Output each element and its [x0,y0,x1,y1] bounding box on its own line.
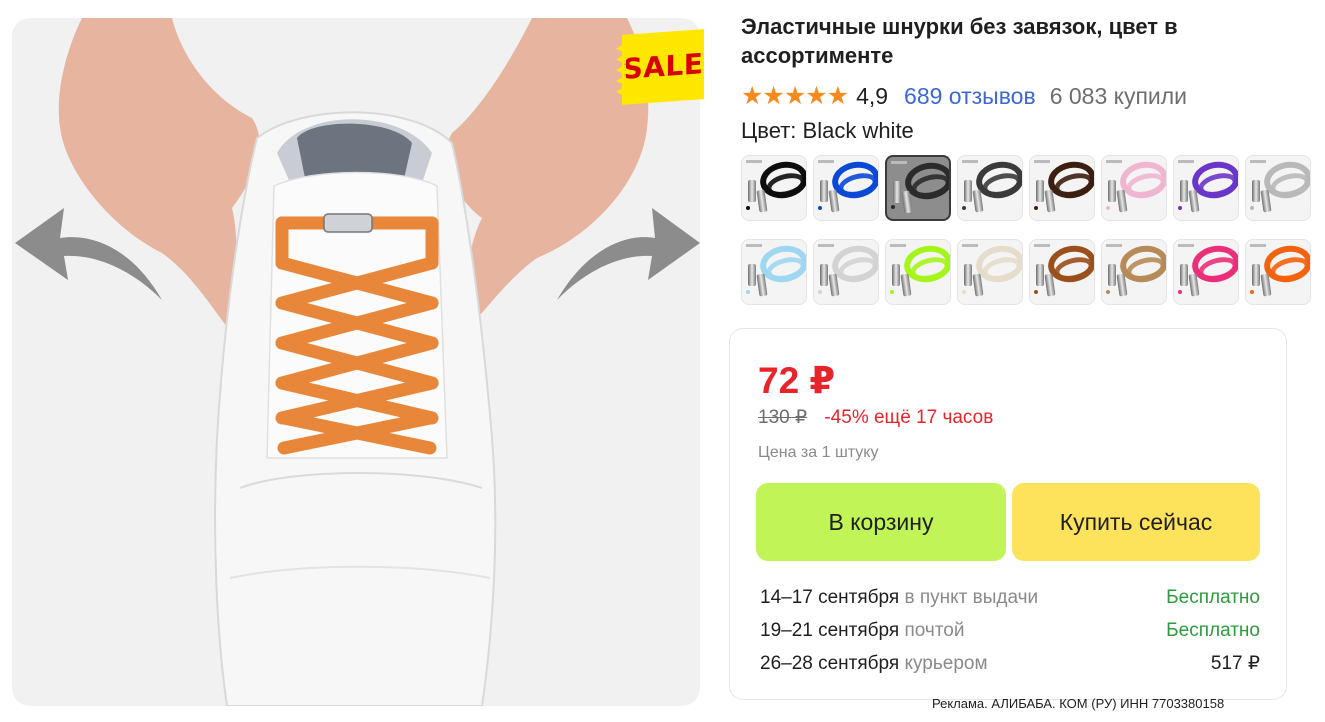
color-swatch[interactable] [1245,239,1311,305]
left-hand [58,18,260,338]
rating-value: 4,9 [856,82,889,109]
old-price: 130 ₽ [758,407,808,428]
swatch-tag [1034,160,1050,163]
delivery-dates: 14–17 сентября [760,587,900,608]
unit-price-note: Цена за 1 штуку [758,444,879,461]
rating-row: ★★★★★ 4,9 689 отзывов 6 083 купили [741,80,1187,112]
lace-lock [323,213,373,233]
color-dot [1034,290,1038,294]
lace-lock-icon [1108,264,1116,286]
delivery-price: Бесплатно [1166,587,1260,608]
lace-lock-icon [748,180,756,202]
swatch-tag [746,244,762,247]
delivery-row: 26–28 сентября курьером 517 ₽ [760,647,1260,680]
lace-lock-icon [892,264,900,286]
lace-lock-icon [1036,264,1044,286]
delivery-method: курьером [904,653,988,674]
delivery-method: в пункт выдачи [904,587,1039,608]
color-swatch[interactable] [1029,239,1095,305]
price-card: 72 ₽ 130 ₽ -45% ещё 17 часов Цена за 1 ш… [729,328,1287,700]
color-dot [1178,206,1182,210]
color-swatch[interactable] [813,155,879,221]
swatch-tag [1250,160,1266,163]
color-dot [962,206,966,210]
add-to-cart-button[interactable]: В корзину [756,483,1006,561]
swatch-tag [1250,244,1266,247]
color-swatch[interactable] [1101,239,1167,305]
swatch-tag [962,244,978,247]
lace-lock-icon [1180,180,1188,202]
lace-lock-icon [964,264,972,286]
buy-now-button[interactable]: Купить сейчас [1012,483,1260,561]
lace-lock-icon [1036,180,1044,202]
color-dot [1106,206,1110,210]
delivery-method: почтой [904,620,965,641]
color-dot [746,206,750,210]
color-dot [1034,206,1038,210]
swatch-tag [1106,160,1122,163]
lace-lock-icon [820,180,828,202]
color-swatch[interactable] [1029,155,1095,221]
swatch-tag [818,160,834,163]
product-image[interactable] [12,18,700,706]
delivery-dates: 26–28 сентября [760,653,900,674]
delivery-price: Бесплатно [1166,620,1260,641]
sale-badge: SALE [622,29,704,105]
color-label: Цвет: Black white [741,118,914,143]
old-price-row: 130 ₽ -45% ещё 17 часов [758,406,993,429]
delivery-row: 19–21 сентября почтой Бесплатно [760,614,1260,647]
color-swatch[interactable] [1173,155,1239,221]
color-swatch[interactable] [957,239,1023,305]
ad-disclaimer: Реклама. АЛИБАБА. КОМ (РУ) ИНН 770338015… [932,696,1225,711]
swatch-tag [746,160,762,163]
color-dot [1178,290,1182,294]
product-title: Эластичные шнурки без завязок, цвет в ас… [741,14,1178,68]
color-swatch[interactable] [1173,239,1239,305]
lace-lock-icon [964,180,972,202]
color-swatch[interactable] [741,155,807,221]
swatch-tag [1178,244,1194,247]
lace-lock-icon [1252,264,1260,286]
swatch-tag [890,244,906,247]
color-dot [1106,290,1110,294]
delivery-options: 14–17 сентября в пункт выдачи Бесплатно … [760,581,1260,680]
color-swatch[interactable] [741,239,807,305]
color-dot [891,205,895,209]
swatch-tag [1034,244,1050,247]
discount-badge: -45% ещё 17 часов [824,407,994,428]
color-dot [962,290,966,294]
delivery-row: 14–17 сентября в пункт выдачи Бесплатно [760,581,1260,614]
color-swatch[interactable] [885,239,951,305]
color-swatch[interactable] [957,155,1023,221]
current-price: 72 ₽ [758,360,836,401]
purchase-count: 6 083 купили [1049,82,1188,109]
swatch-tag [818,244,834,247]
star-rating-icon: ★★★★★ [741,82,849,110]
lace-lock-icon [820,264,828,286]
swatch-tag [891,161,907,164]
delivery-dates: 19–21 сентября [760,620,900,641]
lace-lock-icon [1180,264,1188,286]
lace-lock-icon [1252,180,1260,202]
shoe-illustration [15,18,700,706]
delivery-price: 517 ₽ [1210,653,1260,674]
color-swatches [741,155,1321,305]
lace-lock-icon [893,181,901,203]
color-swatch[interactable] [885,155,951,221]
color-dot [1250,206,1254,210]
reviews-link[interactable]: 689 отзывов [904,83,1036,110]
swatch-tag [1178,160,1194,163]
color-dot [1250,290,1254,294]
color-swatch[interactable] [1245,155,1311,221]
lace-lock-icon [748,264,756,286]
color-dot [818,290,822,294]
color-dot [746,290,750,294]
color-swatch[interactable] [813,239,879,305]
color-dot [890,290,894,294]
color-dot [818,206,822,210]
color-swatch[interactable] [1101,155,1167,221]
swatch-tag [962,160,978,163]
swatch-tag [1106,244,1122,247]
lace-lock-icon [1108,180,1116,202]
